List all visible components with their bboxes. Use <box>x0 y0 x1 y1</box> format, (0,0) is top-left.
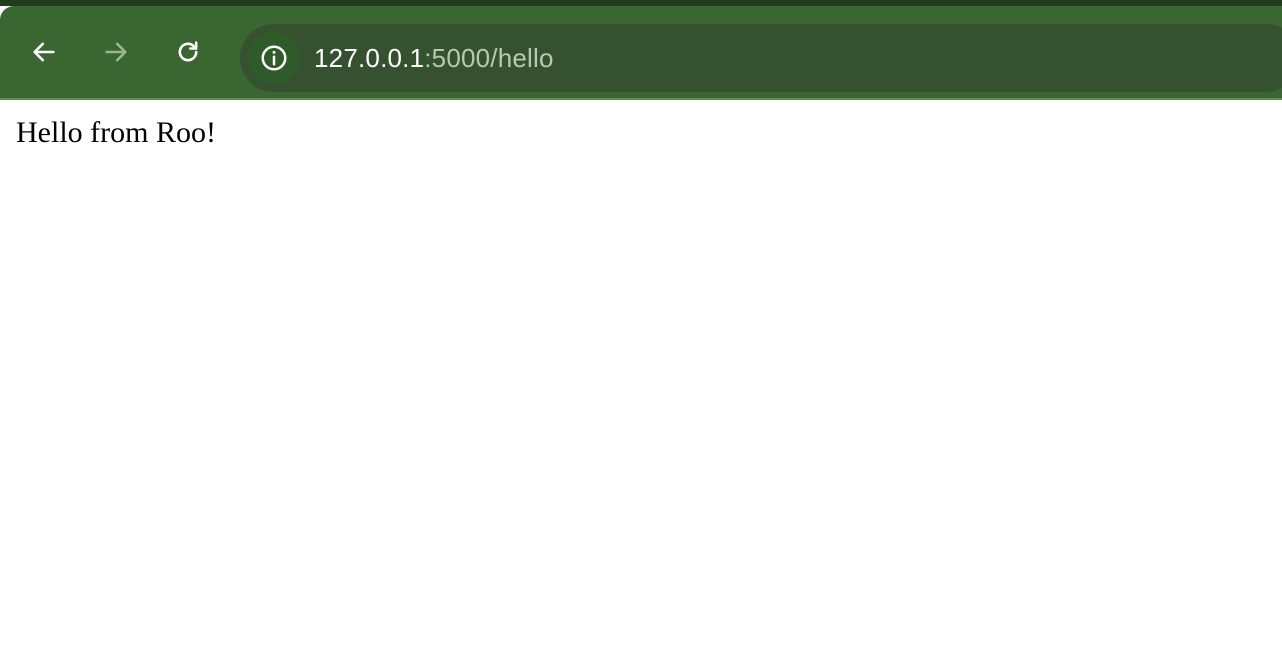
url-text[interactable]: 127.0.0.1:5000/hello <box>314 42 554 74</box>
url-host: 127.0.0.1 <box>314 43 425 73</box>
toolbar-divider <box>0 98 1282 100</box>
site-info-button[interactable] <box>248 32 300 84</box>
arrow-right-icon <box>105 42 127 62</box>
back-button[interactable] <box>28 36 60 68</box>
url-path: :5000/hello <box>424 43 554 73</box>
forward-button[interactable] <box>100 36 132 68</box>
info-icon <box>261 45 287 71</box>
reload-icon <box>178 41 198 62</box>
page-body-text: Hello from Roo! <box>16 116 216 149</box>
reload-button[interactable] <box>172 36 204 68</box>
address-bar[interactable]: 127.0.0.1:5000/hello <box>240 24 1282 92</box>
browser-toolbar: 127.0.0.1:5000/hello <box>0 6 1282 98</box>
arrow-left-icon <box>33 42 55 62</box>
